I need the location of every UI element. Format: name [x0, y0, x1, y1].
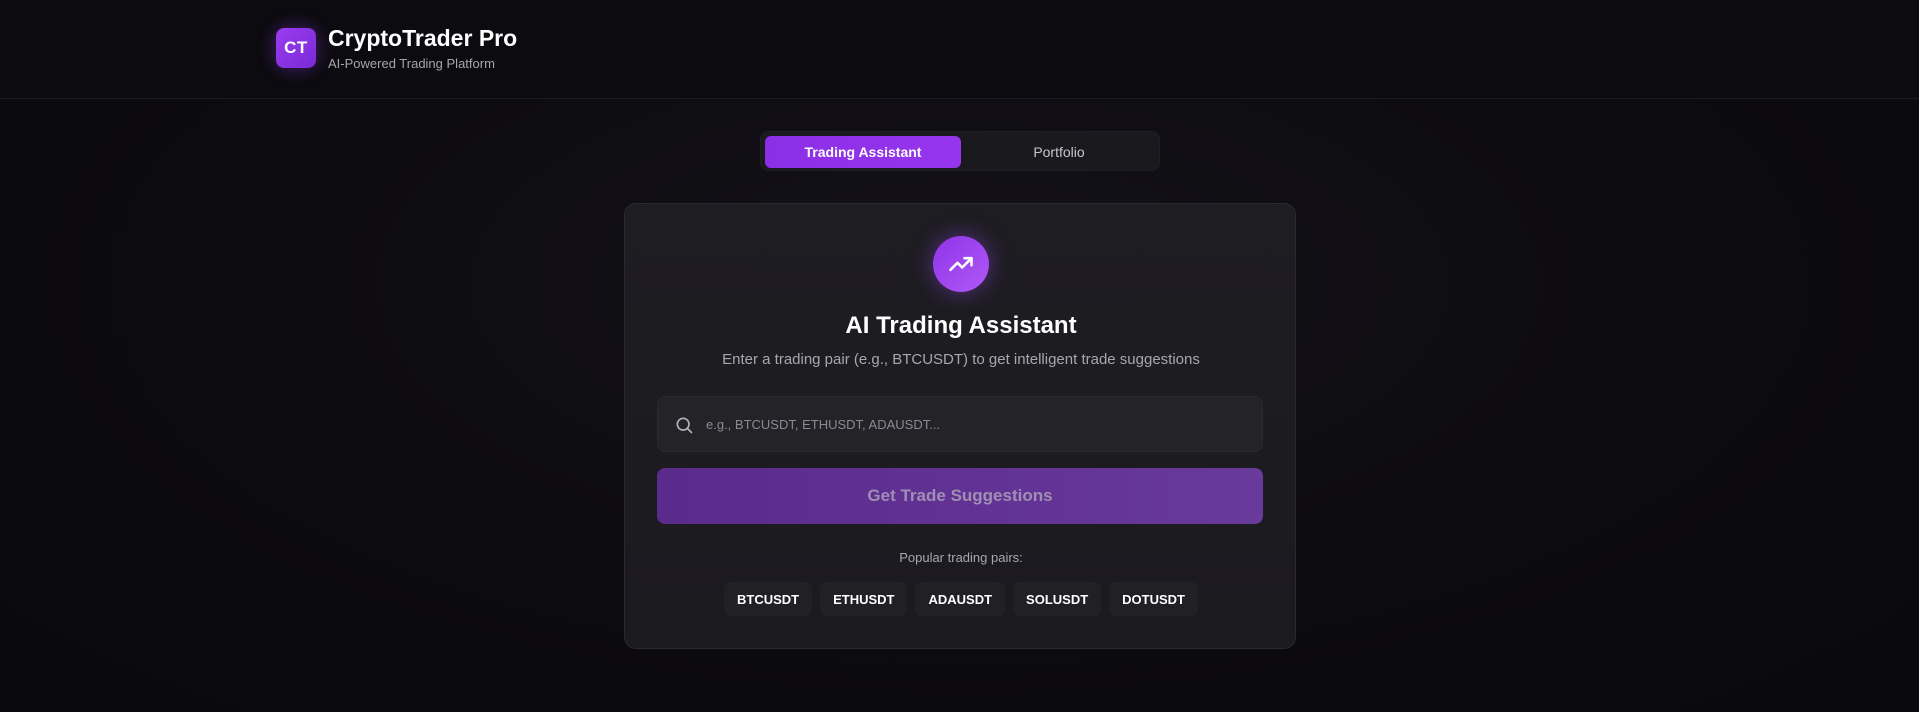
- card-title: AI Trading Assistant: [845, 312, 1077, 339]
- tab-bar: Trading Assistant Portfolio: [760, 131, 1160, 171]
- search-field: [657, 396, 1263, 452]
- search-icon: [674, 415, 694, 435]
- card-description: Enter a trading pair (e.g., BTCUSDT) to …: [722, 351, 1200, 368]
- pair-chip-adausdt[interactable]: ADAUSDT: [915, 582, 1006, 616]
- pair-chip-ethusdt[interactable]: ETHUSDT: [820, 582, 908, 616]
- pair-chip-dotusdt[interactable]: DOTUSDT: [1109, 582, 1199, 616]
- brand-subtitle: AI-Powered Trading Platform: [328, 56, 495, 71]
- pair-chip-solusdt[interactable]: SOLUSDT: [1013, 582, 1102, 616]
- logo: CT: [276, 28, 316, 68]
- get-trade-suggestions-button[interactable]: Get Trade Suggestions: [657, 468, 1263, 524]
- assistant-card: AI Trading Assistant Enter a trading pai…: [624, 203, 1296, 649]
- trending-up-icon: [933, 236, 989, 292]
- trading-pair-input[interactable]: [706, 397, 1246, 451]
- brand-title: CryptoTrader Pro: [328, 25, 518, 51]
- pair-chip-btcusdt[interactable]: BTCUSDT: [723, 582, 813, 616]
- tab-portfolio[interactable]: Portfolio: [961, 136, 1157, 168]
- popular-pairs-list: BTCUSDT ETHUSDT ADAUSDT SOLUSDT DOTUSDT: [625, 582, 1297, 616]
- popular-pairs-label: Popular trading pairs:: [899, 550, 1023, 565]
- app-header: CT CryptoTrader Pro AI-Powered Trading P…: [0, 0, 1919, 99]
- tab-trading-assistant[interactable]: Trading Assistant: [765, 136, 961, 168]
